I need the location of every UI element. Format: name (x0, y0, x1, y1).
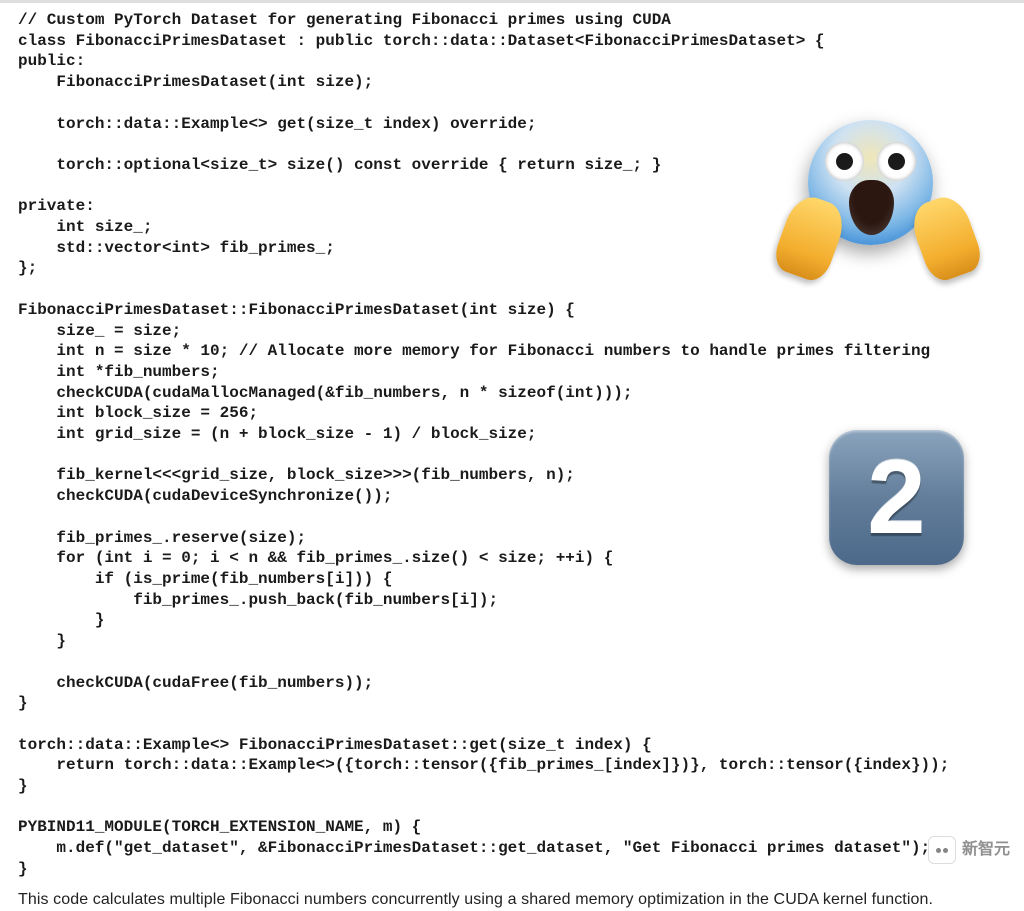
watermark-text: 新智元 (962, 840, 1010, 861)
badge-number: 2 (867, 445, 925, 550)
top-rule (0, 0, 1024, 3)
scream-emoji-icon (808, 120, 948, 260)
watermark: 新智元 (928, 836, 1010, 864)
wechat-icon (928, 836, 956, 864)
caption-text: This code calculates multiple Fibonacci … (0, 880, 1024, 911)
number-two-badge-icon: 2 (829, 430, 964, 565)
page-root: // Custom PyTorch Dataset for generating… (0, 0, 1024, 910)
